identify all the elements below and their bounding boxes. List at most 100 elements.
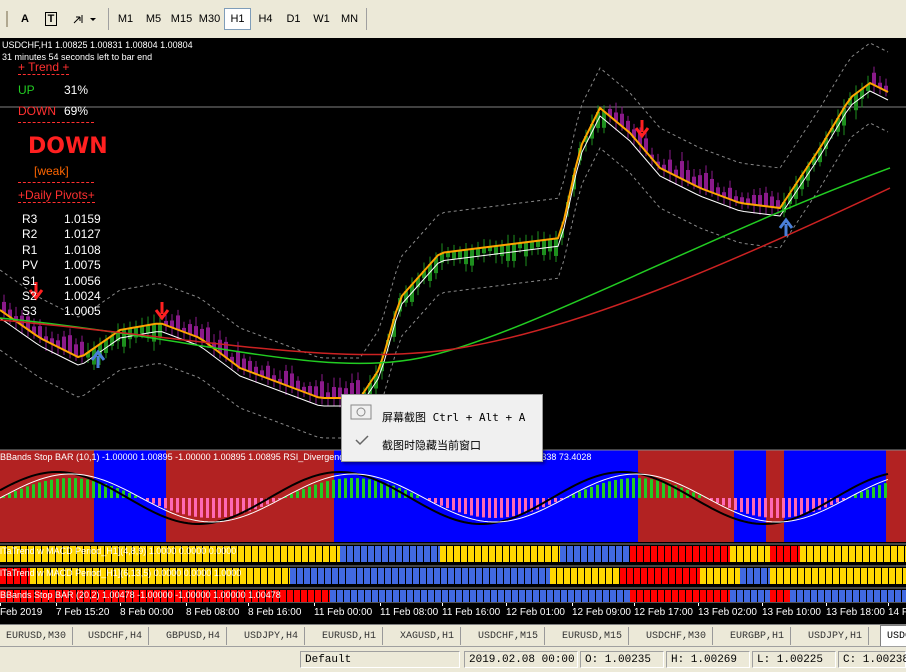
trend-bar-2 [399, 568, 405, 584]
text-tool-button[interactable]: A [14, 8, 36, 30]
bbands-stop-bar [610, 590, 616, 602]
trend-bar-1 [707, 546, 713, 562]
trend-bar-2 [690, 568, 696, 584]
chart-tab[interactable]: EURUSD,M15 [556, 627, 629, 645]
histogram-bar [638, 478, 641, 498]
chart-tab[interactable]: GBPUSD,H4 [160, 627, 227, 645]
menu-item-screenshot[interactable]: 屏幕截图 Ctrl + Alt + A [382, 409, 525, 425]
chart-tabs-bar: EURUSD,M30 USDCHF,H4 GBPUSD,H4 USDJPY,H4 EUR… [0, 624, 906, 647]
trend-bar-1 [730, 546, 736, 562]
trend-bar-2 [840, 568, 846, 584]
histogram-bar [698, 495, 701, 498]
histogram-bar [416, 495, 419, 498]
trend-bar-1 [531, 546, 537, 562]
trend-bar-1 [347, 546, 353, 562]
chart-tab[interactable]: XAGUSD,H1 [394, 627, 461, 645]
chart-tab[interactable]: USDJPY,H1 [802, 627, 869, 645]
candle-body [464, 250, 468, 264]
trend-bar-2 [434, 568, 440, 584]
histogram-bar [62, 478, 65, 498]
trend-bar-1 [891, 546, 897, 562]
trend-bar-1 [517, 546, 523, 562]
time-tick [380, 603, 381, 606]
trend-bar-1 [737, 546, 743, 562]
chart-tab[interactable]: USDJPY,H4 [238, 627, 305, 645]
trend-bar-2 [620, 568, 626, 584]
histogram-bar [44, 481, 47, 498]
chart-tab[interactable]: USDCH [880, 625, 906, 646]
time-tick [826, 603, 827, 606]
timeframe-button-m5[interactable]: M5 [140, 8, 167, 30]
histogram-bar [200, 498, 203, 518]
timeframe-button-h4[interactable]: H4 [252, 8, 279, 30]
trend-bar-1 [489, 546, 495, 562]
histogram-bar [746, 498, 749, 514]
trend-bar-1 [616, 546, 622, 562]
signal-text: DOWN [28, 134, 108, 159]
status-profile: Default [300, 651, 460, 668]
trend-bar-1 [560, 546, 566, 562]
time-tick [442, 603, 443, 606]
arrows-tool-button[interactable] [68, 8, 100, 30]
bbands-stop-bar [672, 590, 678, 602]
timeframe-button-m15[interactable]: M15 [168, 8, 195, 30]
time-tick [888, 603, 889, 606]
pivot-value-s2: 1.0024 [64, 289, 101, 303]
timeframe-button-mn[interactable]: MN [336, 8, 363, 30]
timeframe-button-d1[interactable]: D1 [280, 8, 307, 30]
chart-tab[interactable]: EURGBP,H1 [724, 627, 791, 645]
time-label: Feb 2019 [0, 607, 42, 618]
trend-bar-2 [420, 568, 426, 584]
chart-window[interactable]: USDCHF,H1 1.00825 1.00831 1.00804 1.0080… [0, 38, 906, 602]
time-label: 14 Fe [888, 607, 906, 618]
bbands-stop-bar [533, 590, 539, 602]
bbands-stop-bar [853, 590, 859, 602]
candle-body [236, 351, 240, 367]
trend-bar-1 [665, 546, 671, 562]
histogram-bar [272, 498, 275, 502]
histogram-bar [74, 478, 77, 498]
timeframe-button-w1[interactable]: W1 [308, 8, 335, 30]
chart-tab[interactable]: USDCHF,M15 [472, 627, 545, 645]
trend-bar-2 [564, 568, 570, 584]
trend-bar-1 [791, 546, 797, 562]
candle-body [158, 323, 162, 337]
text-label-tool-button[interactable]: T [40, 8, 62, 30]
time-tick [572, 603, 573, 606]
trend-bar-1 [323, 546, 329, 562]
bbands-stop-bar [665, 590, 671, 602]
histogram-bar [440, 498, 443, 506]
histogram-bar [614, 480, 617, 498]
lower-band [0, 123, 888, 438]
trend-bar-1 [309, 546, 315, 562]
histogram-bar [194, 498, 197, 517]
chart-tab[interactable]: EURUSD,H1 [316, 627, 383, 645]
chart-tab[interactable]: USDCHF,H4 [82, 627, 149, 645]
timeframe-button-m30[interactable]: M30 [196, 8, 223, 30]
status-bar: Default 2019.02.08 00:00 O: 1.00235 H: 1… [0, 646, 906, 672]
trend-bar-2 [254, 568, 260, 584]
trend-bar-1 [686, 546, 692, 562]
histogram-bar [860, 492, 863, 498]
chart-tab[interactable]: EURUSD,M30 [0, 627, 73, 645]
menu-item-hide-window[interactable]: 截图时隐藏当前窗口 [382, 437, 481, 453]
trend-bar-2 [325, 568, 331, 584]
histogram-bar [224, 498, 227, 517]
histogram-bar [836, 498, 839, 503]
trend-bar-2 [882, 568, 888, 584]
chart-tab[interactable]: USDCHF,M30 [640, 627, 713, 645]
bbands-stop-bar [867, 590, 873, 602]
trend-bar-1 [340, 546, 346, 562]
histogram-bar [608, 481, 611, 498]
histogram-bar [86, 479, 89, 498]
trend-bar-1 [510, 546, 516, 562]
trend-bar-2 [754, 568, 760, 584]
bbands-stop-bar [818, 590, 824, 602]
bbands-stop-bar [895, 590, 901, 602]
trend-bar-1 [784, 546, 790, 562]
bbands-stop-bar [721, 590, 727, 602]
histogram-bar [464, 498, 467, 514]
timeframe-button-m1[interactable]: M1 [112, 8, 139, 30]
trend-bar-1 [396, 546, 402, 562]
timeframe-button-h1[interactable]: H1 [224, 8, 251, 30]
